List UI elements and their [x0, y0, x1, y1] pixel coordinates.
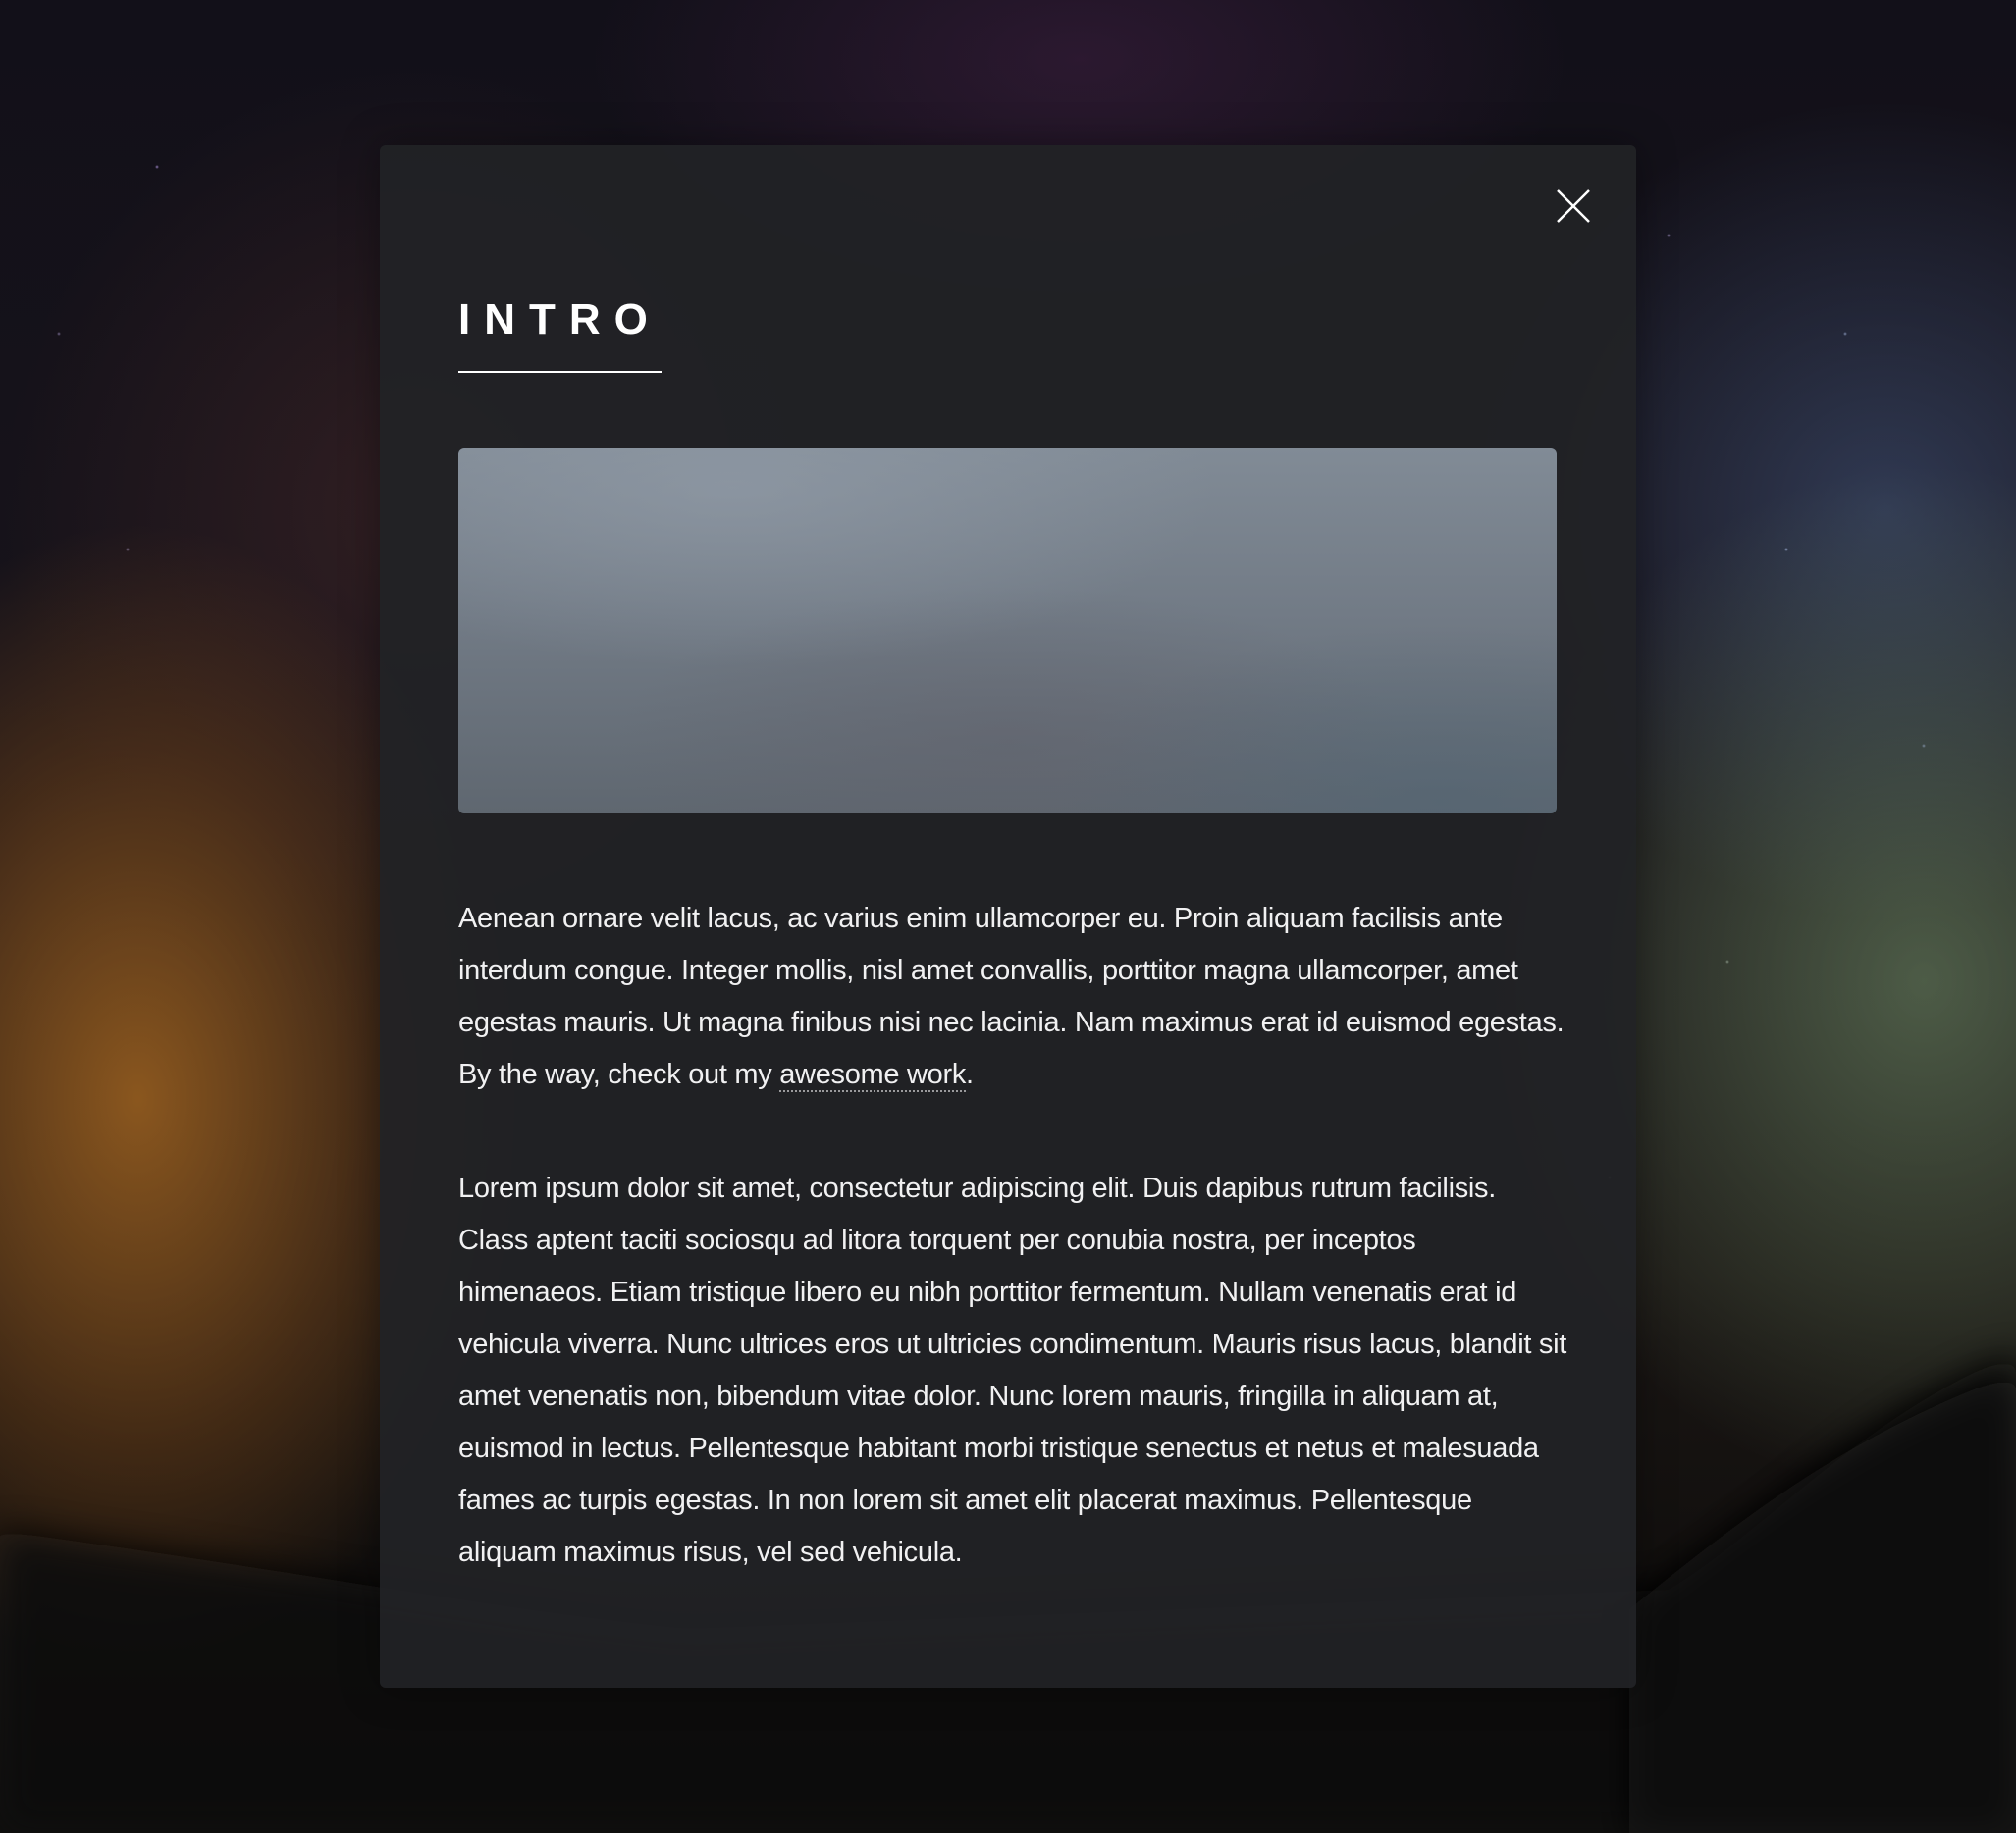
- modal-title: INTRO: [458, 290, 662, 373]
- paragraph-text: Aenean ornare velit lacus, ac varius eni…: [458, 903, 1565, 1090]
- intro-paragraph-2: Lorem ipsum dolor sit amet, consectetur …: [458, 1173, 1567, 1568]
- close-button[interactable]: [1554, 186, 1593, 226]
- paragraph-text-end: .: [966, 1059, 974, 1090]
- intro-paragraph-1: Aenean ornare velit lacus, ac varius eni…: [458, 893, 1567, 1101]
- intro-modal: INTRO Aenean ornare velit lacus, ac vari…: [380, 145, 1636, 1688]
- awesome-work-link[interactable]: awesome work: [779, 1059, 966, 1092]
- hero-image: [458, 448, 1557, 813]
- close-icon: [1557, 189, 1590, 223]
